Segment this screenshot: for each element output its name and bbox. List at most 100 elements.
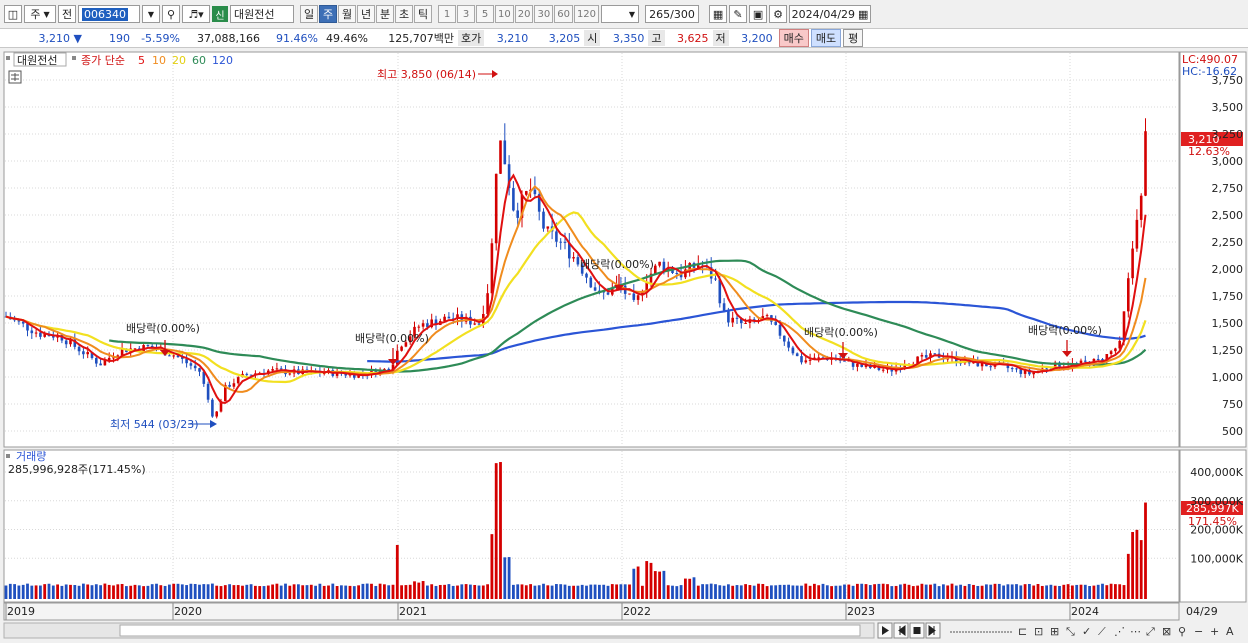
volume-bar: [314, 585, 317, 599]
tool-icon[interactable]: ⟋: [1098, 625, 1106, 638]
candle-body: [658, 261, 661, 266]
tool-icon[interactable]: ⤢: [1146, 625, 1155, 638]
interval-60[interactable]: 60: [554, 5, 573, 23]
volume-bar: [580, 584, 584, 599]
speaker-icon[interactable]: ♬▾: [182, 5, 210, 23]
volume-bar: [524, 585, 528, 599]
volume-bar: [254, 585, 257, 599]
price-tick-label: 3,500: [1212, 101, 1244, 114]
tab-week[interactable]: 주: [319, 5, 337, 23]
volume-bar: [585, 585, 588, 599]
code-dropdown-icon[interactable]: ▼: [142, 5, 160, 23]
volume-bar: [8, 583, 12, 599]
tool-icon[interactable]: ✓: [1082, 625, 1091, 638]
tool-icon[interactable]: A: [1226, 625, 1234, 638]
volume-bar: [180, 584, 184, 599]
draw-tool-icon[interactable]: ✎: [729, 5, 748, 23]
candle-body: [1079, 360, 1083, 364]
evaluate-button[interactable]: 평: [843, 29, 864, 47]
prefix-button[interactable]: 전: [58, 5, 76, 23]
candle-body: [1139, 195, 1143, 220]
scrollbar-thumb[interactable]: [119, 624, 861, 637]
volume-bar: [271, 584, 274, 599]
type-select[interactable]: 주 ▼: [24, 5, 56, 23]
volume-bar: [963, 585, 967, 599]
tool-icon[interactable]: ⊠: [1162, 625, 1171, 638]
trade-amount: 125,707백만: [388, 32, 454, 45]
interval-20[interactable]: 20: [514, 5, 534, 23]
candle-body: [735, 317, 739, 319]
gear-icon[interactable]: ⚙: [769, 5, 788, 23]
volume-bar: [778, 584, 782, 599]
tool-icon[interactable]: ⊏: [1018, 625, 1027, 638]
tab-month[interactable]: 월: [338, 5, 356, 23]
candle-body: [989, 366, 992, 368]
tool-icon[interactable]: −: [1194, 625, 1203, 638]
tab-day[interactable]: 일: [300, 5, 318, 23]
volume-bar: [567, 585, 571, 599]
volume-bar: [1135, 529, 1139, 599]
stock-chart[interactable]: 대원전선 종가 단순 5 10 20 60 120 최고 3,850 (06/1…: [0, 50, 1248, 643]
candle-type-icon[interactable]: ▦: [709, 5, 728, 23]
volume-bar: [387, 585, 391, 599]
search-icon[interactable]: ⚲: [162, 5, 180, 23]
time-axis-label: 2022: [623, 605, 651, 618]
calendar-icon[interactable]: ▦: [858, 8, 868, 21]
candle-body: [516, 210, 519, 218]
stock-name-field[interactable]: 대원전선: [230, 5, 294, 23]
volume-bar: [1032, 585, 1036, 599]
low-price: 3,200: [741, 31, 773, 45]
volume-bar: [232, 585, 236, 599]
high-label: 고: [648, 30, 665, 46]
tool-icon[interactable]: ⤡: [1066, 625, 1075, 638]
custom-interval-select[interactable]: ▼: [601, 5, 640, 23]
volume-bar: [198, 584, 201, 599]
tool-icon[interactable]: ⚲: [1178, 625, 1186, 638]
stock-code-value: 006340: [82, 7, 128, 21]
stock-code-input[interactable]: 006340: [78, 5, 140, 23]
interval-10[interactable]: 10: [495, 5, 514, 23]
volume-bar: [469, 584, 472, 599]
tab-tick[interactable]: 틱: [414, 5, 432, 23]
candle-body: [628, 293, 631, 295]
volume-bar: [623, 584, 627, 599]
tool-icon[interactable]: ⊡: [1034, 625, 1043, 638]
volume-bar: [361, 583, 365, 599]
tool-icon[interactable]: +: [1210, 625, 1219, 638]
candle-body: [744, 322, 747, 324]
tool-icon[interactable]: ⋰: [1114, 625, 1125, 638]
tab-minute[interactable]: 분: [376, 5, 394, 23]
window-icon[interactable]: ◫: [4, 5, 22, 23]
date-field[interactable]: 2024/04/29 ▦: [789, 5, 872, 23]
volume-bar: [825, 585, 829, 599]
save-icon[interactable]: ▣: [749, 5, 768, 23]
candle-body: [443, 316, 446, 322]
candle-body: [82, 351, 85, 355]
candle-body: [843, 360, 846, 362]
candle-body: [632, 293, 636, 300]
sell-button[interactable]: 매도: [810, 29, 842, 47]
volume-bar: [705, 584, 709, 599]
count-field[interactable]: 265/300: [645, 5, 700, 23]
tab-year[interactable]: 년: [357, 5, 375, 23]
volume-bar: [804, 583, 808, 599]
tool-icon[interactable]: ⋯: [1130, 625, 1141, 638]
interval-120[interactable]: 120: [573, 5, 600, 23]
volume-bar: [245, 584, 249, 599]
interval-30[interactable]: 30: [534, 5, 554, 23]
interval-3[interactable]: 3: [457, 5, 475, 23]
tab-second[interactable]: 초: [395, 5, 413, 23]
candle-body: [421, 323, 425, 327]
interval-5[interactable]: 5: [476, 5, 494, 23]
tool-icon[interactable]: ⊞: [1050, 625, 1059, 638]
candle-body: [477, 323, 481, 325]
candle-body: [525, 191, 528, 195]
volume-bar: [417, 582, 421, 599]
dividend-annotation-3: 배당락(0.00%): [580, 258, 654, 271]
volume-bar: [1118, 584, 1122, 599]
candle-body: [555, 231, 558, 242]
volume-bar: [911, 586, 915, 599]
interval-1[interactable]: 1: [438, 5, 456, 23]
buy-button[interactable]: 매수: [778, 29, 809, 47]
volume-bar: [606, 585, 610, 599]
